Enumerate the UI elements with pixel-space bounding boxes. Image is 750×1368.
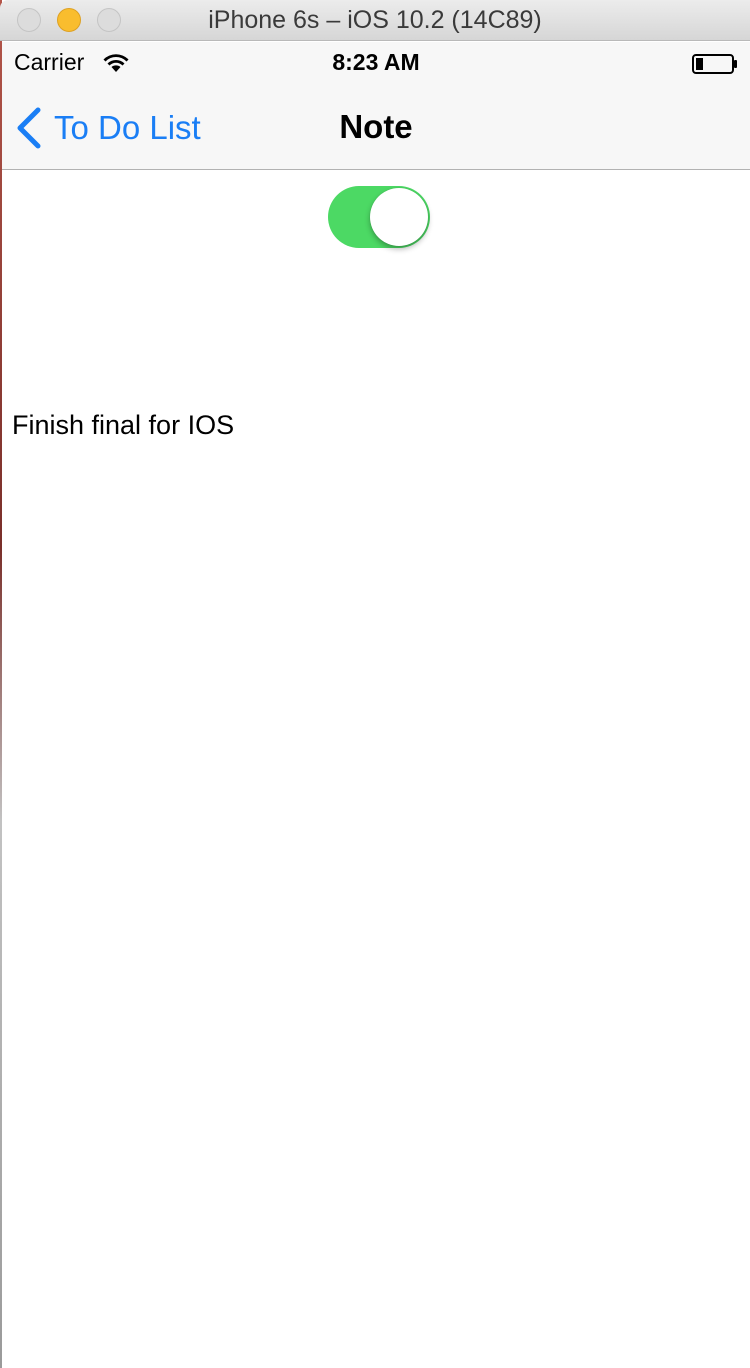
navigation-bar: To Do List Note [2,82,750,170]
window-edge [0,0,2,1368]
status-time: 8:23 AM [332,49,420,75]
note-text: Finish final for IOS [12,410,235,440]
completed-toggle[interactable] [328,186,430,248]
simulator-window: iPhone 6s – iOS 10.2 (14C89) Carrier 8:2… [0,0,750,1368]
window-titlebar: iPhone 6s – iOS 10.2 (14C89) [0,0,750,41]
battery-icon [692,54,737,74]
toggle-knob[interactable] [370,188,428,246]
window-title: iPhone 6s – iOS 10.2 (14C89) [208,6,542,34]
status-bar: Carrier 8:23 AM [2,42,750,82]
page-title: Note [339,108,413,145]
